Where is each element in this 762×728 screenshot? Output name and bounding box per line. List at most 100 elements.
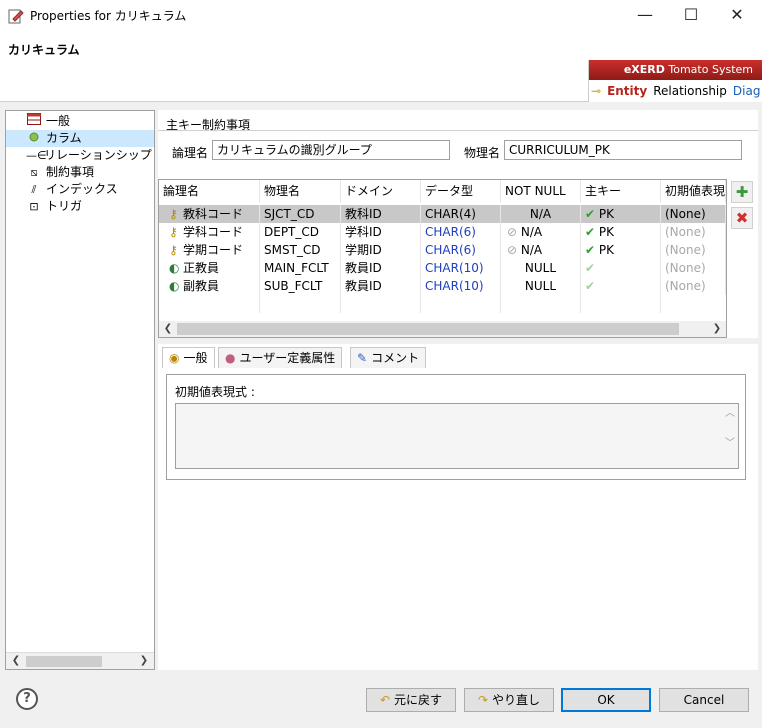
- cell-domain[interactable]: 学科ID: [341, 223, 421, 241]
- scroll-left-icon[interactable]: ❮: [8, 653, 24, 669]
- tree-item-relationship[interactable]: —∈リレーションシップ: [6, 147, 154, 164]
- cell-notnull[interactable]: N/A: [501, 205, 581, 223]
- pk-logical-input[interactable]: カリキュラムの識別グループ: [212, 140, 450, 160]
- column-icon: ◐: [169, 279, 180, 293]
- cell-datatype[interactable]: CHAR(6): [421, 241, 501, 259]
- cell-notnull[interactable]: NULL: [501, 277, 581, 295]
- scroll-right-icon[interactable]: ❯: [136, 653, 152, 669]
- pk-physical-input[interactable]: CURRICULUM_PK: [504, 140, 742, 160]
- tree-horizontal-scrollbar[interactable]: ❮ ❯: [6, 652, 154, 669]
- header-pk[interactable]: 主キー: [581, 180, 661, 202]
- cell-logical[interactable]: ⚷ 教科コード: [159, 205, 260, 223]
- tree-item-trigger[interactable]: ⊡ トリガ: [6, 198, 154, 215]
- cell-logical[interactable]: ◐ 正教員: [159, 259, 260, 277]
- cell-domain[interactable]: 学期ID: [341, 241, 421, 259]
- header-init[interactable]: 初期値表現: [661, 180, 726, 202]
- cell-init[interactable]: (None): [661, 259, 726, 277]
- header-title: カリキュラム: [8, 43, 80, 57]
- cell-domain[interactable]: 教員ID: [341, 277, 421, 295]
- minimize-button[interactable]: —: [622, 0, 668, 32]
- cell-pk[interactable]: ✔ PK: [581, 223, 661, 241]
- index-icon: ⫽: [31, 183, 37, 196]
- tree-item-index[interactable]: ⫽ インデックス: [6, 181, 154, 198]
- scroll-left-icon[interactable]: ❮: [160, 321, 176, 337]
- logical-text: 教科コード: [183, 207, 244, 221]
- tab-diagram[interactable]: Diag: [733, 84, 761, 98]
- logical-text: 副教員: [183, 279, 220, 293]
- check-icon: ✔: [585, 261, 596, 275]
- brand-sub: Tomato System: [668, 63, 753, 76]
- table-row[interactable]: ⚷ 学科コード DEPT_CD 学科ID CHAR(6) ⊘ N/A ✔ PK (…: [159, 223, 726, 241]
- cell-physical[interactable]: SJCT_CD: [260, 205, 341, 223]
- cell-physical[interactable]: DEPT_CD: [260, 223, 341, 241]
- cell-physical[interactable]: SUB_FCLT: [260, 277, 341, 295]
- tree-item-column[interactable]: カラム: [6, 130, 154, 147]
- table-row[interactable]: ⚷ 教科コード SJCT_CD 教科ID CHAR(4) N/A ✔ PK (No…: [159, 205, 726, 223]
- scroll-thumb[interactable]: [177, 323, 679, 335]
- tab-general[interactable]: ◉ 一般: [162, 347, 215, 368]
- help-button[interactable]: ?: [16, 688, 38, 710]
- tree-item-general[interactable]: 一般: [6, 113, 154, 130]
- cell-init[interactable]: (None): [661, 241, 726, 259]
- redo-label: やり直し: [491, 693, 540, 707]
- relationship-icon: —∈: [26, 149, 47, 162]
- cancel-button[interactable]: Cancel: [659, 688, 749, 712]
- delete-column-button[interactable]: ✖: [731, 207, 753, 229]
- table-horizontal-scrollbar[interactable]: ❮ ❯: [159, 321, 726, 337]
- add-column-button[interactable]: ✚: [731, 181, 753, 203]
- tab-user-attributes[interactable]: ● ユーザー定義属性: [218, 347, 343, 368]
- tree-item-label: 一般: [46, 114, 71, 128]
- cell-init[interactable]: (None): [661, 277, 726, 295]
- cell-notnull[interactable]: ⊘ N/A: [501, 241, 581, 259]
- redo-button[interactable]: ↷ やり直し: [464, 688, 554, 712]
- tab-entity[interactable]: Entity: [607, 84, 647, 98]
- cell-notnull[interactable]: NULL: [501, 259, 581, 277]
- cell-domain[interactable]: 教員ID: [341, 259, 421, 277]
- cell-logical[interactable]: ⚷ 学科コード: [159, 223, 260, 241]
- scroll-up-icon[interactable]: ︿: [722, 406, 738, 422]
- exerd-banner: eXERD Tomato System ⊸ Entity Relationship D…: [588, 60, 762, 102]
- header-domain[interactable]: ドメイン: [341, 180, 421, 202]
- logical-text: 学期コード: [183, 243, 244, 257]
- header-datatype[interactable]: データ型: [421, 180, 501, 202]
- cell-pk[interactable]: ✔: [581, 259, 661, 277]
- cell-datatype[interactable]: CHAR(10): [421, 277, 501, 295]
- cell-datatype[interactable]: CHAR(4): [421, 205, 501, 223]
- tab-comment[interactable]: ✎ コメント: [350, 347, 427, 368]
- logical-text: 学科コード: [183, 225, 244, 239]
- cell-logical[interactable]: ⚷ 学期コード: [159, 241, 260, 259]
- init-expression-textarea[interactable]: ︿ ﹀: [175, 403, 739, 469]
- table-row[interactable]: ◐ 副教員 SUB_FCLT 教員ID CHAR(10) NULL ✔ (None…: [159, 277, 726, 295]
- cell-physical[interactable]: MAIN_FCLT: [260, 259, 341, 277]
- cell-pk[interactable]: ✔ PK: [581, 205, 661, 223]
- scroll-right-icon[interactable]: ❯: [709, 321, 725, 337]
- title-bar: Properties for カリキュラム — ☐ ✕: [0, 0, 762, 32]
- cell-init[interactable]: (None): [661, 205, 726, 223]
- cell-datatype[interactable]: CHAR(10): [421, 259, 501, 277]
- header-logical[interactable]: 論理名: [159, 180, 260, 202]
- window-title: Properties for カリキュラム: [30, 9, 187, 23]
- cell-domain[interactable]: 教科ID: [341, 205, 421, 223]
- tab-relationship[interactable]: Relationship: [653, 84, 727, 98]
- header-physical[interactable]: 物理名: [260, 180, 341, 202]
- scroll-thumb[interactable]: [26, 656, 102, 667]
- scroll-down-icon[interactable]: ﹀: [722, 436, 738, 452]
- cell-logical[interactable]: ◐ 副教員: [159, 277, 260, 295]
- brand-name: eXERD: [623, 63, 665, 76]
- ok-button[interactable]: OK: [561, 688, 651, 712]
- table-row[interactable]: ⚷ 学期コード SMST_CD 学期ID CHAR(6) ⊘ N/A ✔ PK (…: [159, 241, 726, 259]
- cell-physical[interactable]: SMST_CD: [260, 241, 341, 259]
- cell-notnull[interactable]: ⊘ N/A: [501, 223, 581, 241]
- column-icon: ◐: [169, 261, 180, 275]
- key-icon: ⊸: [591, 84, 602, 98]
- table-row[interactable]: ◐ 正教員 MAIN_FCLT 教員ID CHAR(10) NULL ✔ (Non…: [159, 259, 726, 277]
- cell-pk[interactable]: ✔: [581, 277, 661, 295]
- cell-pk[interactable]: ✔ PK: [581, 241, 661, 259]
- cell-init[interactable]: (None): [661, 223, 726, 241]
- close-button[interactable]: ✕: [714, 0, 760, 32]
- cell-datatype[interactable]: CHAR(6): [421, 223, 501, 241]
- maximize-button[interactable]: ☐: [668, 0, 714, 32]
- tree-item-constraint[interactable]: ⧅ 制約事項: [6, 164, 154, 181]
- header-notnull[interactable]: NOT NULL: [501, 180, 581, 202]
- undo-button[interactable]: ↶ 元に戻す: [366, 688, 456, 712]
